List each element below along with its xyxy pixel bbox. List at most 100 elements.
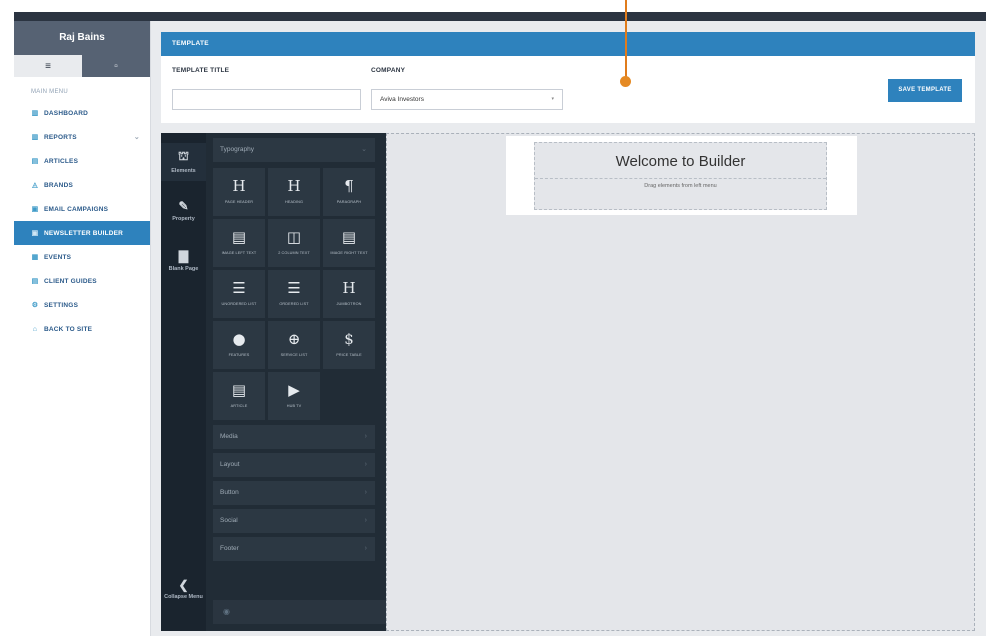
collapse-menu-button[interactable]: ❮ Collapse Menu: [161, 579, 206, 623]
sidebar: Raj Bains ≡ ▫ MAIN MENU ▥ DASHBOARD ▥ REPOR…: [14, 21, 151, 636]
section-label: Button: [220, 489, 239, 496]
element-tile-label: HUB TV: [286, 404, 302, 408]
sidebar-item-reports[interactable]: ▥ REPORTS ⌄: [14, 125, 150, 149]
sidebar-item-label: CLIENT GUIDES: [44, 277, 97, 285]
tag-icon: ◬: [32, 182, 38, 189]
element-tile-features[interactable]: ● FEATURES: [213, 321, 265, 369]
sidebar-item-brands[interactable]: ◬ BRANDS: [14, 173, 150, 197]
envelope-icon: ▣: [31, 206, 39, 213]
sidebar-item-label: DASHBOARD: [44, 109, 89, 117]
element-tile-label: 2 COLUMN TEXT: [278, 251, 310, 255]
typography-label: Typography: [220, 146, 254, 153]
rail-elements-label: Elements: [171, 168, 196, 174]
element-tile-jumbotron[interactable]: H JUMBOTRON: [323, 270, 375, 318]
chevron-right-icon: ›: [364, 545, 367, 552]
pencil-icon: ✎: [178, 199, 189, 213]
heading-icon: H: [232, 177, 246, 195]
unordered-list-icon: ☰: [232, 279, 246, 297]
section-button[interactable]: Button ›: [213, 481, 375, 505]
element-tile-image-right-text[interactable]: ▤ IMAGE RIGHT TEXT: [323, 219, 375, 267]
sidebar-item-client-guides[interactable]: ▤ CLIENT GUIDES: [14, 269, 150, 293]
element-tile-service-list[interactable]: ⊕ SERVICE LIST: [268, 321, 320, 369]
image-right-text-icon: ▤: [341, 228, 357, 246]
builder-canvas[interactable]: Welcome to Builder Drag elements from le…: [386, 133, 975, 631]
rail-property[interactable]: ✎ Property: [161, 195, 206, 231]
company-select[interactable]: Aviva Investors ▾: [371, 89, 563, 110]
save-template-button[interactable]: SAVE TEMPLATE: [888, 79, 962, 102]
element-tile-price-table[interactable]: $ PRICE TABLE: [323, 321, 375, 369]
newsletter-builder: ⛫ Elements ✎ Property ▇ Blank Page ❮ Col…: [161, 133, 975, 631]
template-title-input[interactable]: [172, 89, 361, 110]
chevron-right-icon: ›: [364, 433, 367, 440]
section-label: Footer: [220, 545, 239, 552]
home-icon: ⌂: [32, 325, 38, 333]
element-tile-hub-tv[interactable]: ▶ HUB TV: [268, 372, 320, 420]
sidebar-item-label: EVENTS: [44, 253, 72, 261]
sidebar-item-label: SETTINGS: [44, 301, 79, 309]
chevron-right-icon: ›: [364, 489, 367, 496]
element-tile-image-left-text[interactable]: ▤ IMAGE LEFT TEXT: [213, 219, 265, 267]
square-tab-icon[interactable]: ▫: [82, 55, 150, 77]
element-tile-paragraph[interactable]: ¶ PARAGRAPH: [323, 168, 375, 216]
sidebar-item-events[interactable]: ▦ EVENTS: [14, 245, 150, 269]
sidebar-item-back-to-site[interactable]: ⌂ BACK TO SITE: [14, 317, 150, 341]
element-tile-label: PAGE HEADER: [224, 200, 254, 204]
callout-marker: [620, 76, 631, 87]
sidebar-item-newsletter-builder[interactable]: ▣ NEWSLETTER BUILDER: [14, 221, 150, 245]
sidebar-item-label: BACK TO SITE: [44, 325, 93, 333]
grid-icon: ▤: [31, 158, 39, 165]
chevron-down-icon: ⌄: [361, 146, 367, 153]
menu-tab-icon[interactable]: ≡: [14, 55, 82, 77]
bar-chart-icon: ▥: [31, 110, 39, 117]
panel-footer: ◉: [213, 600, 386, 624]
element-tile-label: HEADING: [285, 200, 303, 204]
sidebar-item-label: NEWSLETTER BUILDER: [44, 229, 124, 237]
element-tile-label: IMAGE RIGHT TEXT: [330, 251, 368, 255]
element-tile-label: SERVICE LIST: [280, 353, 308, 357]
main-menu: ▥ DASHBOARD ▥ REPORTS ⌄ ▤ ARTICLES ◬ BRANDS ▣ EMAI…: [14, 101, 150, 341]
image-left-text-icon: ▤: [231, 228, 247, 246]
jumbotron-icon: H: [342, 279, 356, 297]
section-social[interactable]: Social ›: [213, 509, 375, 533]
sidebar-item-email-campaigns[interactable]: ▣ EMAIL CAMPAIGNS: [14, 197, 150, 221]
element-tile-article[interactable]: ▤ ARTICLE: [213, 372, 265, 420]
element-tile-2-column-text[interactable]: ◫ 2 COLUMN TEXT: [268, 219, 320, 267]
sidebar-item-articles[interactable]: ▤ ARTICLES: [14, 149, 150, 173]
chevron-down-icon: ▾: [551, 96, 554, 102]
company-select-value: Aviva Investors: [380, 96, 424, 103]
collapse-menu-label: Collapse Menu: [164, 594, 203, 600]
element-tile-label: JUMBOTRON: [336, 302, 362, 306]
element-tile-label: ORDERED LIST: [279, 302, 309, 306]
rail-blank-page[interactable]: ▇ Blank Page: [161, 245, 206, 281]
template-title-label: TEMPLATE TITLE: [172, 67, 230, 74]
section-label: Media: [220, 433, 238, 440]
gear-icon: ⚙: [31, 302, 39, 309]
element-tile-label: IMAGE LEFT TEXT: [221, 251, 257, 255]
section-layout[interactable]: Layout ›: [213, 453, 375, 477]
ordered-list-icon: ☰: [287, 279, 301, 297]
rail-elements[interactable]: ⛫ Elements: [161, 143, 206, 181]
element-tile-label: FEATURES: [228, 353, 250, 357]
app-window: Raj Bains ≡ ▫ MAIN MENU ▥ DASHBOARD ▥ REPOR…: [14, 12, 986, 636]
page-icon: ▇: [178, 249, 189, 263]
element-tile-unordered-list[interactable]: ☰ UNORDERED LIST: [213, 270, 265, 318]
sidebar-item-dashboard[interactable]: ▥ DASHBOARD: [14, 101, 150, 125]
typography-accordion[interactable]: Typography ⌄: [213, 138, 375, 162]
sidebar-item-settings[interactable]: ⚙ SETTINGS: [14, 293, 150, 317]
chevron-right-icon: ›: [364, 461, 367, 468]
elements-icon: ⛫: [177, 149, 190, 163]
welcome-subtitle: Drag elements from left menu: [644, 183, 717, 189]
rail-blank-page-label: Blank Page: [168, 266, 199, 272]
section-media[interactable]: Media ›: [213, 425, 375, 449]
eye-icon[interactable]: ◉: [223, 607, 230, 616]
welcome-block[interactable]: Welcome to Builder Drag elements from le…: [506, 136, 857, 215]
book-icon: ▤: [31, 278, 39, 285]
user-name[interactable]: Raj Bains: [14, 21, 150, 55]
element-tile-page-header[interactable]: H PAGE HEADER: [213, 168, 265, 216]
element-tile-ordered-list[interactable]: ☰ ORDERED LIST: [268, 270, 320, 318]
company-label: COMPANY: [371, 67, 406, 74]
element-tile-heading[interactable]: H HEADING: [268, 168, 320, 216]
builder-rail: ⛫ Elements ✎ Property ▇ Blank Page ❮ Col…: [161, 133, 206, 631]
top-bar: [14, 12, 986, 21]
section-footer[interactable]: Footer ›: [213, 537, 375, 561]
